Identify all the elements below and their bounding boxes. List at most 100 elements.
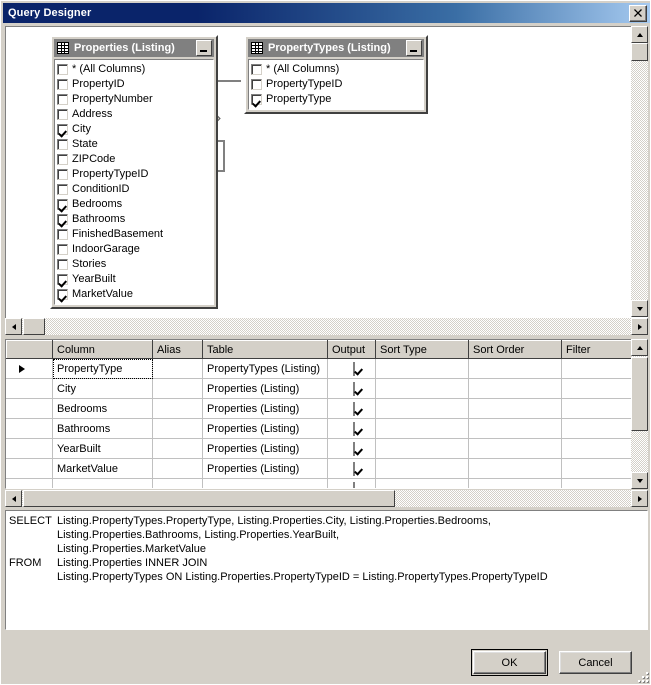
field-checkbox[interactable]: [57, 154, 68, 165]
field-checkbox[interactable]: [57, 64, 68, 75]
row-selector[interactable]: [6, 478, 53, 488]
grid-vertical-scrollbar[interactable]: [631, 339, 648, 489]
grid-cell-column[interactable]: Bathrooms: [52, 418, 153, 439]
field-row[interactable]: IndoorGarage: [57, 242, 212, 257]
field-checkbox[interactable]: [57, 259, 68, 270]
output-cell[interactable]: [327, 478, 376, 488]
output-cell[interactable]: [327, 358, 376, 379]
scroll-track[interactable]: [631, 43, 648, 300]
row-selector[interactable]: [6, 358, 53, 379]
grid-cell-alias[interactable]: [152, 378, 203, 399]
grid-cell-table[interactable]: Properties (Listing): [202, 438, 328, 459]
row-selector[interactable]: [6, 418, 53, 439]
grid-cell-sort-order[interactable]: [468, 418, 562, 439]
table-box[interactable]: Properties (Listing) * (All Columns) Prope…: [50, 35, 218, 309]
grid-cell-alias[interactable]: [152, 438, 203, 459]
diagram-horizontal-scrollbar[interactable]: [5, 318, 648, 335]
grid-cell-sort-order[interactable]: [468, 438, 562, 459]
grid-cell-table[interactable]: Properties (Listing): [202, 398, 328, 419]
grid-cell-sort-order[interactable]: [468, 398, 562, 419]
grid-cell-sort-type[interactable]: [375, 358, 469, 379]
output-cell[interactable]: [327, 398, 376, 419]
grid-cell-alias[interactable]: [152, 358, 203, 379]
scroll-left-button[interactable]: [5, 490, 22, 507]
grid-column-header[interactable]: Sort Order: [468, 340, 562, 359]
scroll-left-button[interactable]: [5, 318, 22, 335]
output-cell[interactable]: [327, 438, 376, 459]
scroll-down-button[interactable]: [631, 472, 648, 489]
grid-cell-alias[interactable]: [152, 478, 203, 488]
field-list[interactable]: * (All Columns) PropertyID PropertyNumber A…: [54, 59, 214, 305]
scroll-up-button[interactable]: [631, 26, 648, 43]
grid-cell-column[interactable]: YearBuilt: [52, 438, 153, 459]
field-row[interactable]: State: [57, 137, 212, 152]
grid-cell-sort-order[interactable]: [468, 378, 562, 399]
row-selector[interactable]: [6, 398, 53, 419]
table-box[interactable]: PropertyTypes (Listing) * (All Columns) Pr…: [244, 35, 428, 114]
grid-cell-sort-type[interactable]: [375, 458, 469, 479]
scroll-thumb[interactable]: [23, 490, 395, 507]
grid-cell-sort-order[interactable]: [468, 358, 562, 379]
field-row[interactable]: ConditionID: [57, 182, 212, 197]
table-box-header[interactable]: Properties (Listing): [54, 39, 214, 57]
field-row[interactable]: PropertyTypeID: [251, 77, 422, 92]
grid-column-header[interactable]: Sort Type: [375, 340, 469, 359]
field-row[interactable]: Address: [57, 107, 212, 122]
grid-cell-column[interactable]: PropertyType: [52, 358, 153, 379]
grid-cell-alias[interactable]: [152, 458, 203, 479]
grid-cell-column[interactable]: Bedrooms: [52, 398, 153, 419]
output-cell[interactable]: [327, 378, 376, 399]
grid-cell-column[interactable]: [52, 478, 153, 488]
grid-horizontal-scrollbar[interactable]: [5, 490, 648, 507]
grid-column-header[interactable]: Alias: [152, 340, 203, 359]
output-checkbox[interactable]: [352, 441, 355, 456]
cancel-button[interactable]: Cancel: [559, 651, 632, 674]
scroll-thumb[interactable]: [631, 43, 648, 61]
grid-cell-sort-type[interactable]: [375, 418, 469, 439]
grid-cell-table[interactable]: Properties (Listing): [202, 378, 328, 399]
output-checkbox[interactable]: [352, 461, 355, 476]
grid-cell-sort-order[interactable]: [468, 458, 562, 479]
field-row[interactable]: MarketValue: [57, 287, 212, 302]
table-row[interactable]: City Properties (Listing): [6, 378, 647, 399]
query-grid[interactable]: Column Alias Table Output Sort Type Sort Orde…: [6, 340, 647, 488]
grid-cell-sort-type[interactable]: [375, 378, 469, 399]
table-row[interactable]: MarketValue Properties (Listing): [6, 458, 647, 479]
output-checkbox[interactable]: [352, 381, 355, 396]
ok-button[interactable]: OK: [471, 649, 548, 676]
grid-cell-column[interactable]: MarketValue: [52, 458, 153, 479]
close-icon[interactable]: [629, 4, 647, 22]
row-selector[interactable]: [6, 458, 53, 479]
scroll-down-button[interactable]: [631, 300, 648, 317]
grid-cell-alias[interactable]: [152, 418, 203, 439]
grid-cell-sort-order[interactable]: [468, 478, 562, 488]
table-row[interactable]: [6, 478, 647, 488]
field-row[interactable]: YearBuilt: [57, 272, 212, 287]
grid-cell-table[interactable]: [202, 478, 328, 488]
row-selector[interactable]: [6, 378, 53, 399]
grid-cell-sort-type[interactable]: [375, 438, 469, 459]
grid-cell-table[interactable]: Properties (Listing): [202, 458, 328, 479]
table-row[interactable]: PropertyType PropertyTypes (Listing): [6, 358, 647, 379]
grid-column-header[interactable]: Column: [52, 340, 153, 359]
title-bar[interactable]: Query Designer: [3, 3, 650, 23]
field-checkbox[interactable]: [251, 79, 262, 90]
field-checkbox[interactable]: [57, 244, 68, 255]
output-checkbox[interactable]: [352, 401, 355, 416]
output-cell[interactable]: [327, 458, 376, 479]
row-selector[interactable]: [6, 438, 53, 459]
grid-cell-alias[interactable]: [152, 398, 203, 419]
field-checkbox[interactable]: [251, 64, 262, 75]
field-checkbox[interactable]: [57, 94, 68, 105]
grid-cell-sort-type[interactable]: [375, 398, 469, 419]
field-row[interactable]: PropertyNumber: [57, 92, 212, 107]
output-checkbox[interactable]: [352, 421, 355, 436]
scroll-thumb[interactable]: [631, 357, 648, 431]
grid-column-header[interactable]: Output: [327, 340, 376, 359]
grid-column-header[interactable]: Table: [202, 340, 328, 359]
minimize-icon[interactable]: [196, 40, 212, 56]
field-row[interactable]: City: [57, 122, 212, 137]
field-checkbox[interactable]: [57, 184, 68, 195]
field-row[interactable]: PropertyTypeID: [57, 167, 212, 182]
minimize-icon[interactable]: [406, 40, 422, 56]
